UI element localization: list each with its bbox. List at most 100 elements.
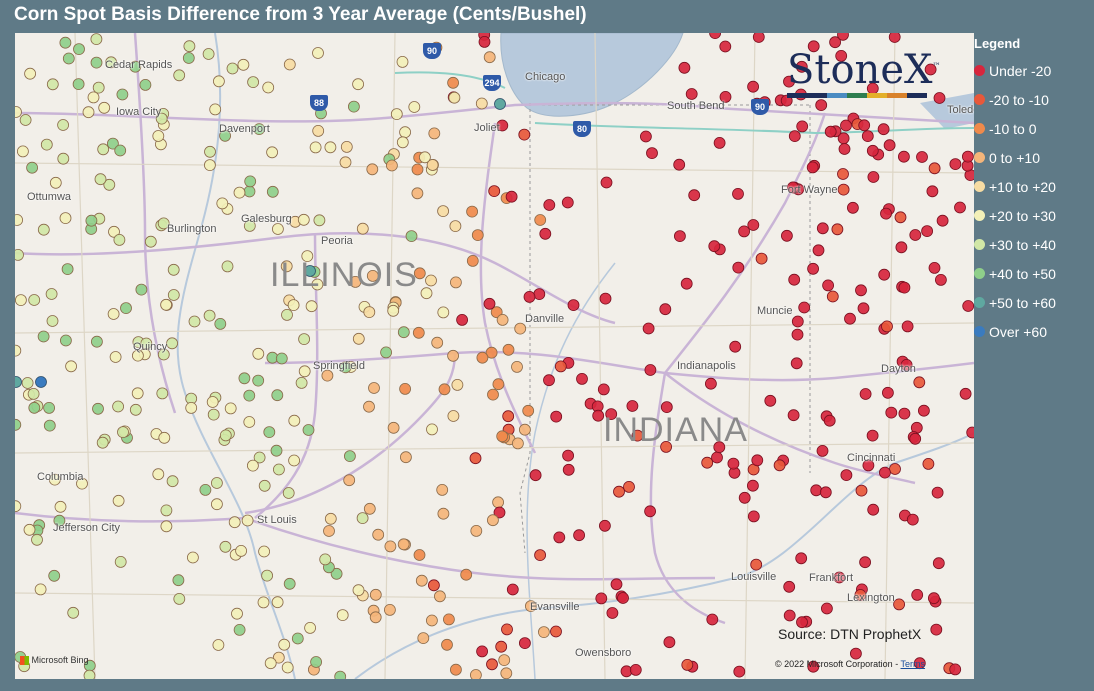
- basis-point[interactable]: [930, 623, 943, 636]
- basis-point[interactable]: [387, 304, 400, 317]
- legend-item[interactable]: -10 to 0: [974, 114, 1094, 143]
- basis-point[interactable]: [883, 139, 896, 152]
- basis-point[interactable]: [264, 657, 277, 670]
- basis-point[interactable]: [323, 525, 335, 537]
- basis-point[interactable]: [356, 512, 369, 525]
- basis-point[interactable]: [644, 505, 656, 518]
- basis-point[interactable]: [288, 414, 301, 427]
- basis-point[interactable]: [219, 540, 232, 553]
- basis-point[interactable]: [158, 431, 171, 444]
- basis-point[interactable]: [562, 449, 574, 462]
- basis-point[interactable]: [483, 51, 496, 64]
- basis-point[interactable]: [909, 229, 922, 241]
- basis-point[interactable]: [117, 426, 129, 439]
- basis-point[interactable]: [898, 150, 910, 163]
- basis-point[interactable]: [806, 161, 819, 174]
- basis-point[interactable]: [673, 158, 686, 171]
- basis-point[interactable]: [207, 408, 220, 421]
- basis-point[interactable]: [623, 480, 635, 493]
- legend-item[interactable]: +40 to +50: [974, 259, 1094, 288]
- basis-point[interactable]: [898, 281, 911, 294]
- basis-point[interactable]: [921, 225, 933, 238]
- basis-point[interactable]: [867, 171, 880, 183]
- basis-point[interactable]: [495, 640, 508, 653]
- basis-point[interactable]: [866, 144, 879, 157]
- legend-item[interactable]: +50 to +60: [974, 288, 1094, 317]
- basis-point[interactable]: [252, 347, 265, 360]
- basis-point[interactable]: [626, 400, 639, 412]
- basis-point[interactable]: [881, 320, 893, 333]
- basis-point[interactable]: [160, 520, 173, 533]
- basis-point[interactable]: [275, 352, 288, 365]
- basis-point[interactable]: [372, 528, 385, 541]
- basis-point[interactable]: [352, 78, 365, 91]
- basis-point[interactable]: [496, 430, 509, 443]
- basis-point[interactable]: [291, 632, 304, 645]
- basis-point[interactable]: [324, 141, 337, 154]
- basis-point[interactable]: [263, 426, 276, 439]
- basis-point[interactable]: [764, 394, 777, 407]
- basis-point[interactable]: [62, 52, 75, 65]
- basis-point[interactable]: [928, 592, 940, 605]
- basis-point[interactable]: [646, 147, 658, 159]
- basis-point[interactable]: [219, 429, 232, 442]
- basis-point[interactable]: [600, 176, 613, 189]
- basis-point[interactable]: [144, 235, 157, 248]
- basis-point[interactable]: [487, 388, 499, 401]
- basis-point[interactable]: [847, 201, 859, 214]
- basis-point[interactable]: [732, 261, 745, 274]
- basis-point[interactable]: [228, 516, 241, 529]
- basis-point[interactable]: [339, 156, 352, 169]
- basis-point[interactable]: [28, 294, 41, 306]
- basis-point[interactable]: [518, 423, 531, 436]
- basis-point[interactable]: [94, 173, 107, 186]
- basis-point[interactable]: [261, 569, 274, 582]
- basis-point[interactable]: [476, 351, 489, 364]
- basis-point[interactable]: [15, 344, 22, 357]
- basis-point[interactable]: [783, 580, 796, 593]
- basis-point[interactable]: [496, 313, 509, 326]
- basis-point[interactable]: [926, 185, 939, 198]
- basis-point[interactable]: [966, 426, 974, 439]
- basis-point[interactable]: [573, 529, 585, 542]
- basis-point[interactable]: [599, 519, 611, 532]
- basis-point[interactable]: [270, 444, 283, 457]
- basis-point[interactable]: [216, 197, 229, 210]
- basis-point[interactable]: [685, 88, 698, 100]
- basis-point[interactable]: [278, 638, 291, 651]
- basis-point[interactable]: [233, 624, 246, 636]
- basis-point[interactable]: [543, 374, 555, 387]
- basis-point[interactable]: [309, 141, 322, 154]
- basis-point[interactable]: [380, 346, 393, 359]
- basis-point[interactable]: [838, 143, 851, 155]
- basis-point[interactable]: [366, 163, 379, 176]
- basis-point[interactable]: [257, 596, 270, 609]
- basis-point[interactable]: [24, 67, 37, 80]
- basis-point[interactable]: [498, 654, 511, 666]
- basis-point[interactable]: [855, 284, 867, 297]
- basis-point[interactable]: [486, 658, 498, 671]
- basis-point[interactable]: [203, 309, 216, 322]
- basis-point[interactable]: [747, 219, 760, 231]
- basis-point[interactable]: [783, 609, 796, 622]
- basis-point[interactable]: [511, 437, 524, 450]
- basis-point[interactable]: [231, 607, 243, 620]
- basis-point[interactable]: [369, 611, 382, 624]
- basis-point[interactable]: [812, 244, 825, 257]
- basis-point[interactable]: [928, 261, 941, 274]
- basis-point[interactable]: [21, 377, 34, 389]
- basis-point[interactable]: [206, 396, 219, 408]
- basis-point[interactable]: [837, 33, 849, 41]
- basis-point[interactable]: [889, 463, 901, 475]
- basis-point[interactable]: [390, 108, 403, 120]
- basis-point[interactable]: [918, 404, 930, 417]
- basis-point[interactable]: [936, 214, 949, 227]
- basis-point[interactable]: [420, 287, 433, 300]
- basis-point[interactable]: [82, 106, 95, 119]
- basis-point[interactable]: [343, 450, 356, 463]
- basis-point[interactable]: [282, 487, 295, 499]
- basis-point[interactable]: [791, 328, 804, 341]
- basis-point[interactable]: [412, 326, 425, 339]
- basis-point[interactable]: [369, 588, 382, 601]
- basis-point[interactable]: [226, 62, 239, 75]
